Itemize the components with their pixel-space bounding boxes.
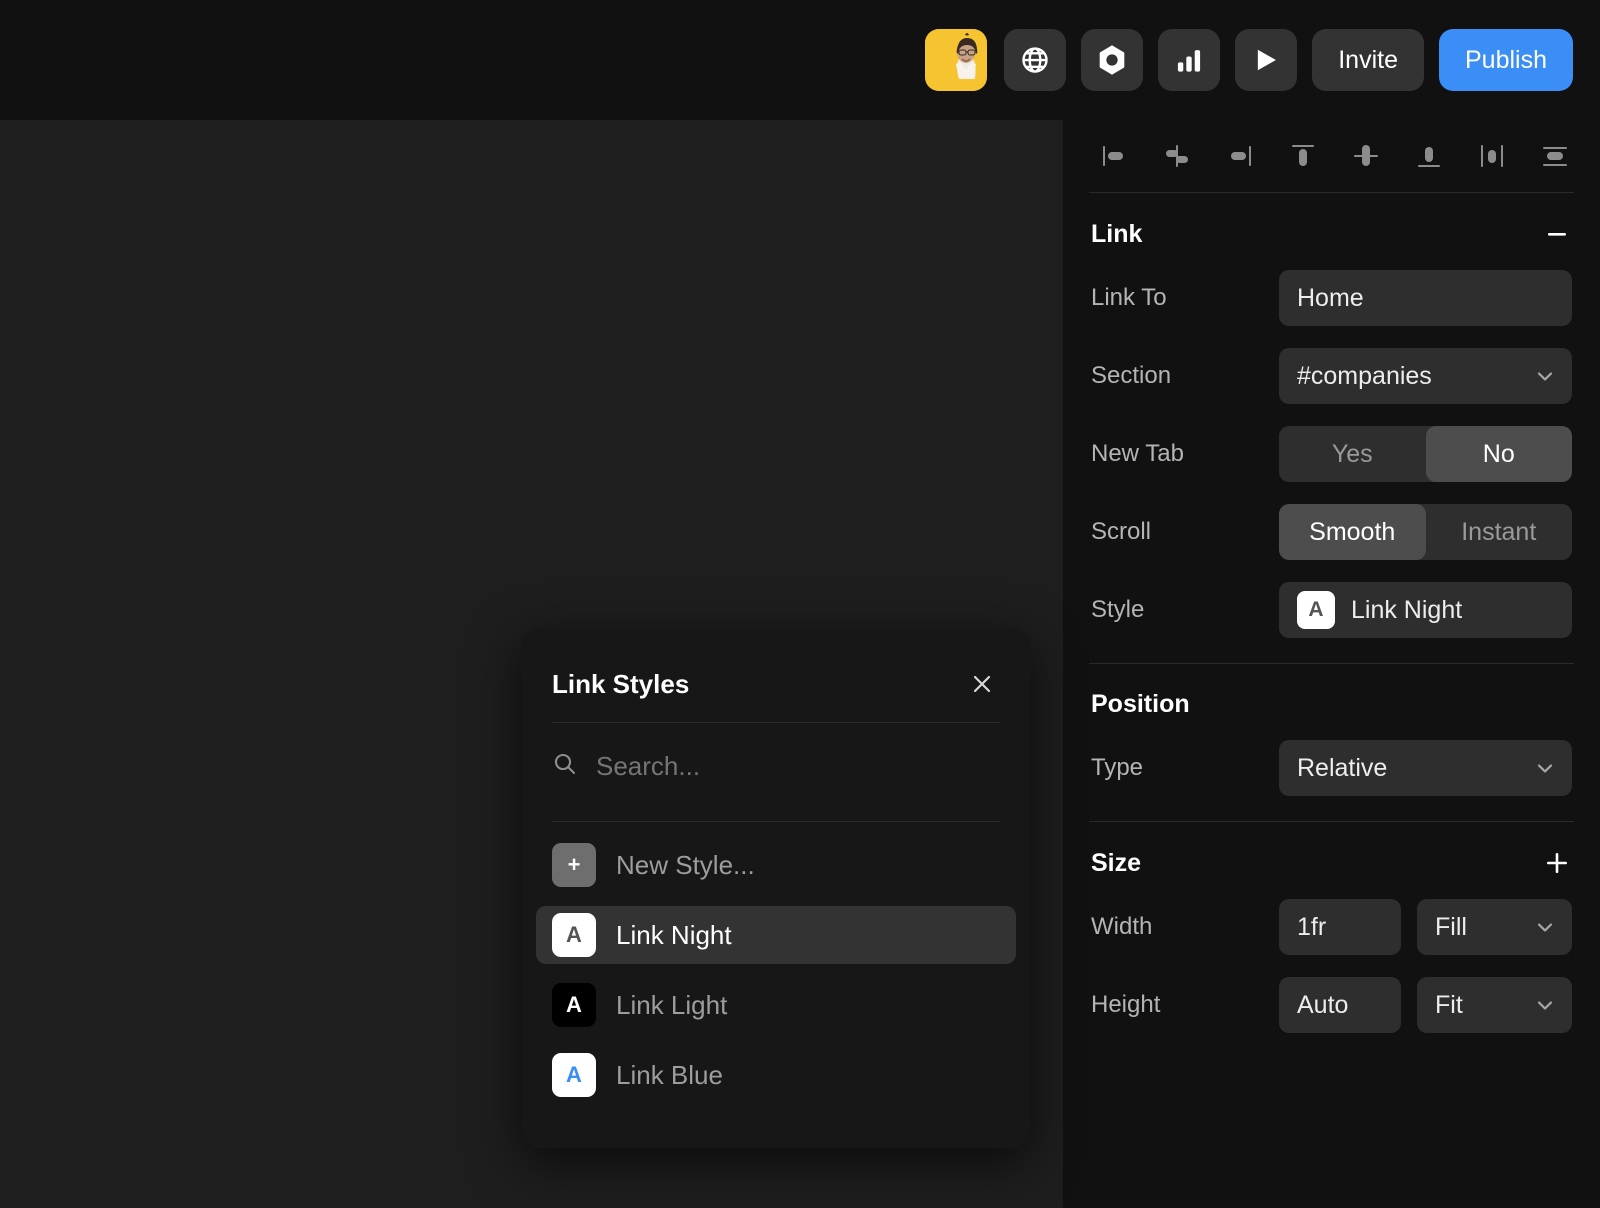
link-to-row: Link To Home [1063, 259, 1600, 337]
list-item-label: Link Night [616, 919, 732, 950]
scroll-label: Scroll [1091, 518, 1152, 545]
align-top-icon[interactable] [1278, 133, 1328, 179]
style-list: + New Style... A Link Night A Link Light… [522, 822, 1030, 1104]
align-bottom-icon[interactable] [1404, 133, 1454, 179]
height-value-input[interactable]: Auto [1279, 977, 1401, 1033]
height-mode-select[interactable]: Fit [1417, 977, 1572, 1033]
avatar-portrait-icon [925, 29, 988, 91]
height-label: Height [1091, 991, 1161, 1018]
list-item-label: Link Light [616, 989, 728, 1020]
new-tab-label: New Tab [1091, 440, 1184, 467]
style-swatch-icon: A [552, 983, 596, 1027]
publish-button[interactable]: Publish [1439, 29, 1573, 91]
right-properties-panel: Link Link To Home Section #companies New… [1063, 120, 1600, 1208]
link-styles-dialog: Link Styles + New Style... A Link Night … [522, 628, 1030, 1148]
section-select[interactable]: #companies [1279, 348, 1572, 404]
list-item-link-light[interactable]: A Link Light [536, 976, 1016, 1034]
dialog-title: Link Styles [552, 668, 690, 699]
style-swatch-icon: A [1297, 591, 1335, 629]
chevron-down-icon [1534, 916, 1556, 938]
link-section-collapse-icon[interactable] [1542, 219, 1572, 249]
align-right-icon[interactable] [1215, 133, 1265, 179]
scroll-option-instant[interactable]: Instant [1426, 504, 1573, 560]
width-value: 1fr [1297, 912, 1327, 941]
top-bar: Invite Publish [0, 0, 1600, 120]
style-swatch-icon: A [552, 913, 596, 957]
style-field[interactable]: A Link Night [1279, 582, 1572, 638]
new-tab-option-yes[interactable]: Yes [1279, 426, 1426, 482]
scroll-segmented-control: Smooth Instant [1279, 504, 1572, 560]
position-section-title: Position [1091, 690, 1190, 718]
align-center-horizontal-icon[interactable] [1152, 133, 1202, 179]
dialog-search-row [522, 723, 1030, 809]
dialog-header: Link Styles [522, 628, 1030, 710]
section-label: Section [1091, 362, 1172, 389]
list-item-link-night[interactable]: A Link Night [536, 906, 1016, 964]
distribute-horizontal-icon[interactable] [1467, 133, 1517, 179]
section-value: #companies [1297, 361, 1432, 390]
width-label: Width [1091, 913, 1153, 940]
chevron-down-icon [1534, 365, 1556, 387]
style-value: Link Night [1351, 595, 1463, 624]
search-icon [552, 751, 578, 782]
link-to-label: Link To [1091, 284, 1167, 311]
chevron-down-icon [1534, 994, 1556, 1016]
style-swatch-icon: A [552, 1053, 596, 1097]
scroll-row: Scroll Smooth Instant [1063, 493, 1600, 571]
globe-icon[interactable] [1004, 29, 1067, 91]
align-middle-vertical-icon[interactable] [1341, 133, 1391, 179]
hexagon-icon[interactable] [1081, 29, 1144, 91]
chevron-down-icon [1534, 757, 1556, 779]
link-to-value: Home [1297, 283, 1364, 312]
height-value: Auto [1297, 990, 1349, 1019]
list-item-label: New Style... [616, 849, 755, 880]
style-row: Style A Link Night [1063, 571, 1600, 649]
distribute-vertical-icon[interactable] [1530, 133, 1580, 179]
section-row: Section #companies [1063, 337, 1600, 415]
size-section-title: Size [1091, 848, 1142, 877]
list-item-new-style[interactable]: + New Style... [536, 836, 1016, 894]
position-type-row: Type Relative [1063, 729, 1600, 807]
position-section-header: Position [1063, 664, 1600, 729]
height-mode-value: Fit [1435, 990, 1463, 1019]
size-section-add-icon[interactable] [1542, 848, 1572, 878]
link-section-title: Link [1091, 219, 1143, 248]
link-section-header: Link [1063, 193, 1600, 259]
new-tab-segmented-control: Yes No [1279, 426, 1572, 482]
bar-chart-icon[interactable] [1158, 29, 1221, 91]
size-section-header: Size [1063, 822, 1600, 888]
width-mode-value: Fill [1435, 912, 1467, 941]
align-left-icon[interactable] [1089, 133, 1139, 179]
link-to-field[interactable]: Home [1279, 270, 1572, 326]
width-mode-select[interactable]: Fill [1417, 899, 1572, 955]
list-item-label: Link Blue [616, 1059, 723, 1090]
plus-icon: + [552, 843, 596, 887]
new-tab-row: New Tab Yes No [1063, 415, 1600, 493]
position-type-label: Type [1091, 754, 1144, 781]
invite-button[interactable]: Invite [1312, 29, 1424, 91]
width-value-input[interactable]: 1fr [1279, 899, 1401, 955]
style-label: Style [1091, 596, 1145, 623]
close-icon[interactable] [968, 670, 996, 698]
position-type-value: Relative [1297, 753, 1388, 782]
avatar[interactable] [925, 29, 988, 91]
height-row: Height Auto Fit [1063, 966, 1600, 1044]
search-input[interactable] [596, 750, 1000, 782]
list-item-link-blue[interactable]: A Link Blue [536, 1046, 1016, 1104]
scroll-option-smooth[interactable]: Smooth [1279, 504, 1426, 560]
position-type-select[interactable]: Relative [1279, 740, 1572, 796]
alignment-toolbar [1063, 120, 1600, 192]
new-tab-option-no[interactable]: No [1425, 426, 1572, 482]
width-row: Width 1fr Fill [1063, 888, 1600, 966]
play-icon[interactable] [1235, 29, 1298, 91]
